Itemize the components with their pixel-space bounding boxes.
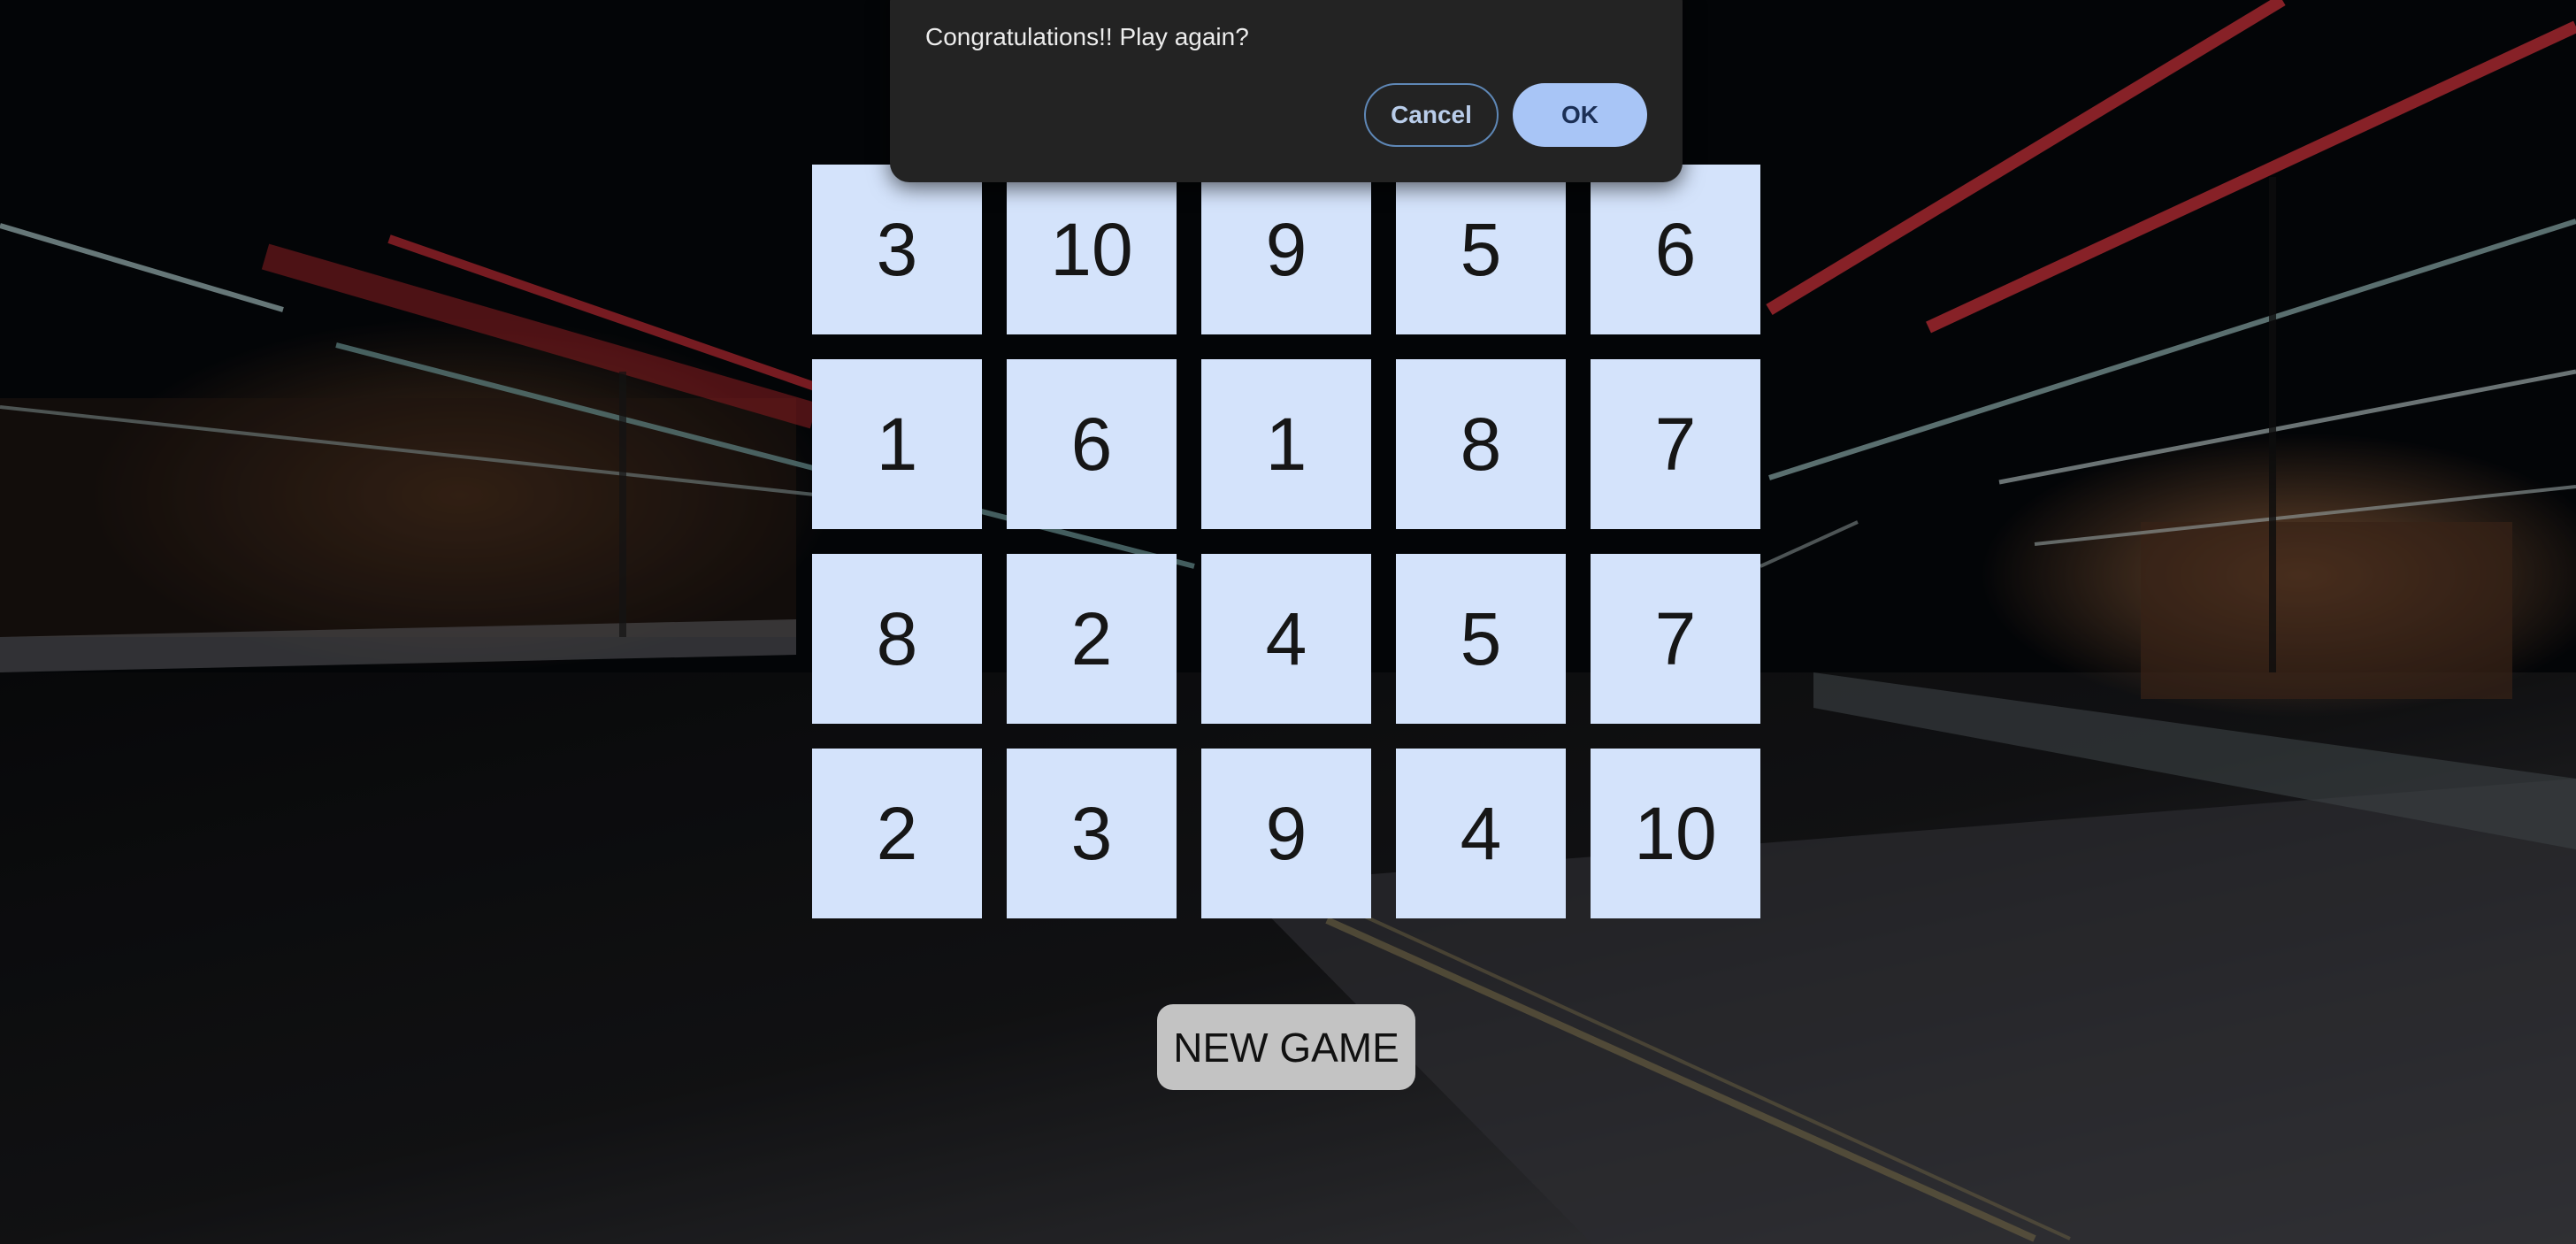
game-page: 3 10 9 5 6 1 6 1 8 7 8 2 4 5 7 2 3 9 4 10 NEW GAME Congratu…	[0, 0, 2576, 1244]
card-grid: 3 10 9 5 6 1 6 1 8 7 8 2 4 5 7 2 3 9 4 10	[812, 165, 1760, 918]
new-game-button[interactable]: NEW GAME	[1157, 1004, 1415, 1090]
card-tile[interactable]: 8	[812, 554, 982, 724]
card-tile[interactable]: 1	[1201, 359, 1371, 529]
card-tile[interactable]: 3	[812, 165, 982, 334]
card-tile[interactable]: 3	[1007, 749, 1177, 918]
card-tile[interactable]: 9	[1201, 749, 1371, 918]
card-tile[interactable]: 2	[812, 749, 982, 918]
card-tile[interactable]: 4	[1201, 554, 1371, 724]
dialog-message: Congratulations!! Play again?	[925, 23, 1249, 50]
card-tile[interactable]: 5	[1396, 165, 1566, 334]
confirm-dialog: Congratulations!! Play again? Cancel OK	[890, 0, 1683, 182]
cancel-button[interactable]: Cancel	[1364, 83, 1499, 147]
card-tile[interactable]: 8	[1396, 359, 1566, 529]
card-tile[interactable]: 1	[812, 359, 982, 529]
card-tile[interactable]: 6	[1007, 359, 1177, 529]
card-tile[interactable]: 9	[1201, 165, 1371, 334]
card-tile[interactable]: 4	[1396, 749, 1566, 918]
card-tile[interactable]: 10	[1007, 165, 1177, 334]
card-tile[interactable]: 10	[1591, 749, 1760, 918]
ok-button[interactable]: OK	[1513, 83, 1647, 147]
card-tile[interactable]: 2	[1007, 554, 1177, 724]
card-tile[interactable]: 6	[1591, 165, 1760, 334]
card-tile[interactable]: 7	[1591, 359, 1760, 529]
card-tile[interactable]: 7	[1591, 554, 1760, 724]
card-tile[interactable]: 5	[1396, 554, 1566, 724]
